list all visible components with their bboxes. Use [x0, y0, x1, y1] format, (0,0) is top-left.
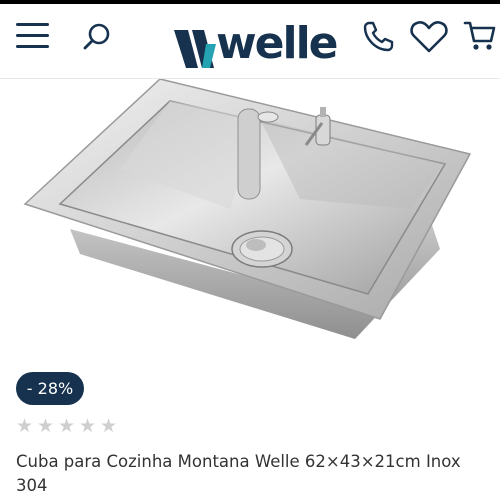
discount-badge: - 28% — [16, 372, 84, 405]
rating-stars[interactable]: ★ ★ ★ ★ ★ — [15, 417, 118, 437]
star-icon: ★ — [99, 416, 118, 437]
product-title[interactable]: Cuba para Cozinha Montana Welle 62×43×21… — [16, 450, 486, 498]
welle-logo[interactable]: welle — [172, 16, 338, 74]
heart-icon[interactable] — [409, 20, 449, 59]
cart-icon[interactable] — [463, 19, 497, 58]
search-icon[interactable] — [82, 22, 112, 57]
star-icon: ★ — [15, 416, 34, 437]
star-icon: ★ — [78, 416, 97, 437]
site-header: welle — [0, 4, 500, 79]
product-image-sink[interactable] — [0, 78, 500, 354]
logo-wordmark: welle — [216, 18, 338, 69]
phone-icon[interactable] — [362, 19, 396, 58]
star-icon: ★ — [36, 416, 55, 437]
star-icon: ★ — [57, 416, 76, 437]
hamburger-menu-icon[interactable] — [16, 20, 50, 55]
